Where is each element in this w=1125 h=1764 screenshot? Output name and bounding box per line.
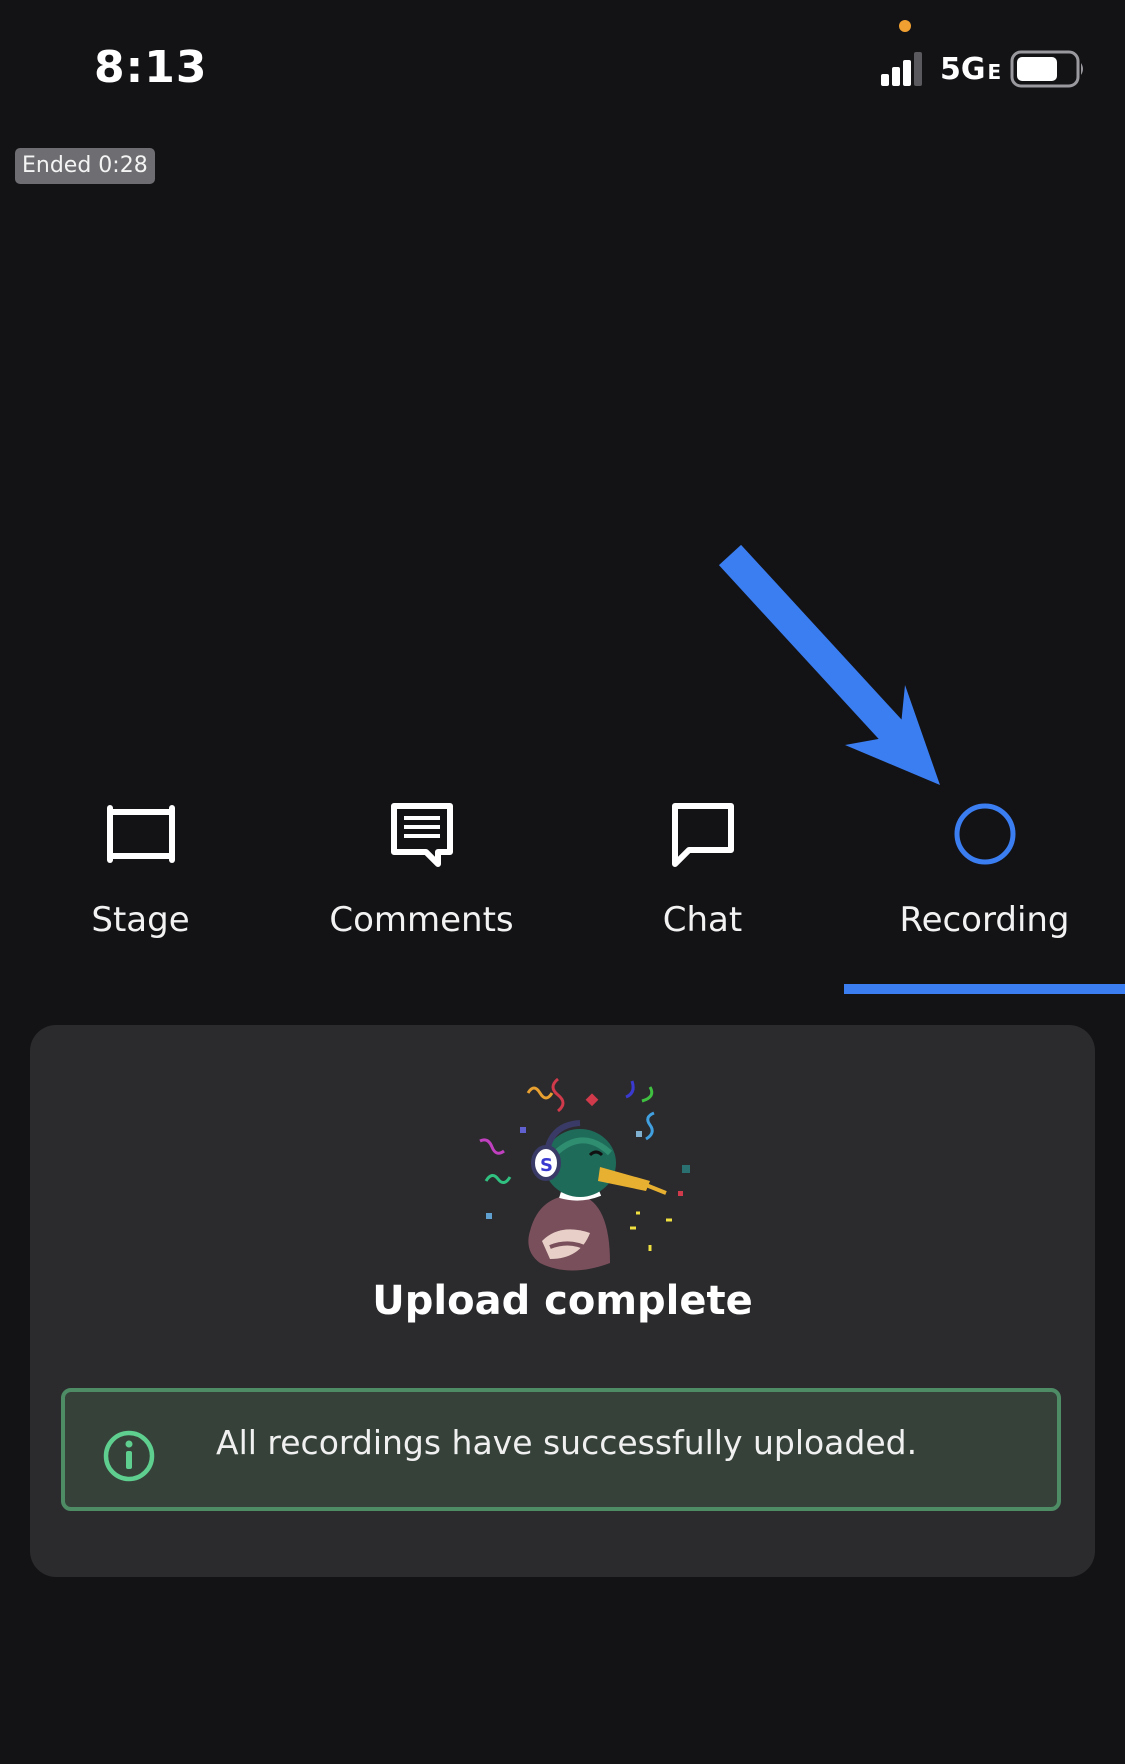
tab-recording-label: Recording [899, 900, 1070, 940]
tab-stage-label: Stage [91, 900, 190, 940]
upload-success-banner: All recordings have successfully uploade… [61, 1388, 1061, 1511]
upload-complete-title: Upload complete [372, 1278, 753, 1324]
info-icon [103, 1430, 155, 1482]
chat-icon [671, 803, 734, 867]
record-circle-icon [954, 803, 1015, 865]
tab-stage[interactable]: Stage [0, 780, 281, 995]
tab-comments-label: Comments [329, 900, 514, 940]
comments-icon [390, 803, 453, 867]
battery-icon [1010, 50, 1083, 88]
network-type-label: 5G [940, 52, 986, 87]
signal-bars-icon [881, 52, 922, 86]
tab-chat-label: Chat [662, 900, 743, 940]
status-time: 8:13 [94, 42, 208, 93]
network-type-sub: E [987, 60, 1002, 84]
stage-icon [106, 805, 175, 863]
active-tab-indicator [844, 984, 1125, 994]
tab-recording[interactable]: Recording [844, 780, 1125, 995]
session-ended-badge: Ended 0:28 [15, 148, 155, 184]
upload-success-message: All recordings have successfully uploade… [216, 1423, 918, 1462]
annotation-arrow-icon [718, 544, 940, 785]
upload-status-card: S Upload complete All recordings have su… [30, 1025, 1095, 1577]
privacy-indicator-dot [899, 20, 911, 32]
tab-chat[interactable]: Chat [562, 780, 843, 995]
network-type: 5G E [940, 52, 1001, 87]
svg-text:S: S [540, 1155, 553, 1176]
tab-bar: Stage Comments Chat Recording [0, 780, 1125, 995]
celebrating-duck-illustration: S [479, 1077, 690, 1271]
tab-comments[interactable]: Comments [281, 780, 562, 995]
status-bar: 8:13 5G E [0, 0, 1125, 140]
